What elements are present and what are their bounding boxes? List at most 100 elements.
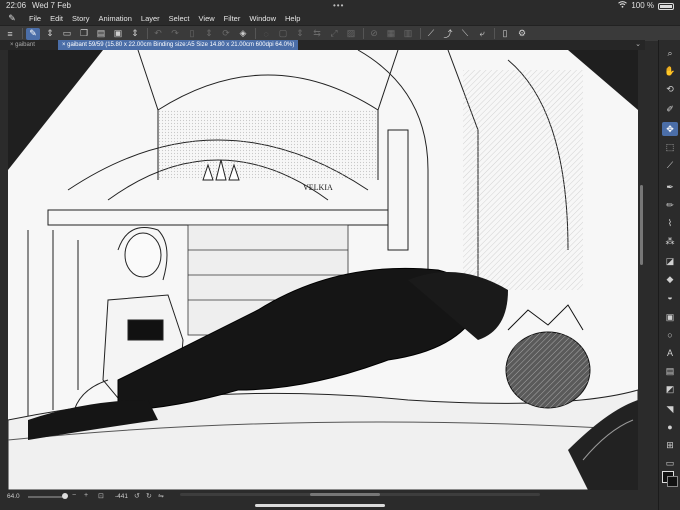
menu-filter[interactable]: Filter <box>224 12 241 25</box>
select-stepper[interactable]: ⇕ <box>293 28 307 40</box>
fill-icon[interactable]: ◆ <box>662 272 678 286</box>
pen-tool-icon[interactable]: ✎ <box>26 27 40 40</box>
fill-bucket-icon[interactable]: ◈ <box>236 28 250 40</box>
menu-view[interactable]: View <box>199 12 215 25</box>
marquee-icon[interactable]: ⬚ <box>662 140 678 154</box>
divider <box>147 28 148 39</box>
decoration-icon[interactable]: ● <box>662 420 678 434</box>
settings-icon[interactable]: ⚙ <box>515 28 529 40</box>
layer-panel-icon[interactable]: ▭ <box>662 456 678 470</box>
balloon-icon[interactable]: ◩ <box>662 382 678 396</box>
menu-help[interactable]: Help <box>285 12 300 25</box>
canvas-right-gutter <box>638 50 645 490</box>
save-icon[interactable]: ▣ <box>111 28 125 40</box>
home-indicator[interactable] <box>255 504 385 507</box>
tab-active-document[interactable]: × gaibant 59/59 (15.80 x 22.00cm Binding… <box>58 40 299 50</box>
canvas-illustration: VELKIA <box>8 50 638 490</box>
page-stepper[interactable]: ⇕ <box>202 28 216 40</box>
3d-icon[interactable]: ⊞ <box>662 438 678 452</box>
zoom-out-icon[interactable]: − <box>72 492 76 499</box>
eyedropper-icon[interactable]: ✐ <box>662 102 678 116</box>
rotate-view-icon[interactable]: ⟲ <box>662 82 678 96</box>
status-time: 22:06 <box>6 1 27 10</box>
open-folder-icon[interactable]: ▤ <box>94 28 108 40</box>
hand-icon[interactable]: ✋ <box>662 64 678 78</box>
eraser-icon[interactable]: ◪ <box>662 254 678 268</box>
page-prev-icon[interactable]: ▯ <box>185 28 199 40</box>
zoom-in-icon[interactable]: + <box>84 492 88 499</box>
horizontal-scrollbar-thumb[interactable] <box>310 493 380 496</box>
layer-stepper[interactable]: ⇕ <box>128 28 142 40</box>
divider <box>22 28 23 39</box>
rotate-left-icon[interactable]: ↺ <box>134 492 140 500</box>
transform-icon[interactable]: ⤢ <box>327 28 341 40</box>
redo-icon[interactable]: ↷ <box>168 28 182 40</box>
frame-icon[interactable]: ▤ <box>662 364 678 378</box>
flip-icon[interactable]: ⇆ <box>310 28 324 40</box>
canvas-watermark-text: VELKIA <box>303 183 333 192</box>
menu-file[interactable]: File <box>29 12 41 25</box>
status-date: Wed 7 Feb <box>32 1 71 10</box>
gradient-icon[interactable]: ▣ <box>662 310 678 324</box>
document-tabs: × gaibant × gaibant 59/59 (15.80 x 22.00… <box>0 40 645 50</box>
command-bar: ≡ ✎ ⇕ ▭ ❐ ▤ ▣ ⇕ ↶ ↷ ▯ ⇕ ⟳ ◈ ◌ ▢ ⇕ ⇆ ⤢ ▨ … <box>0 25 680 41</box>
stroke-line-icon[interactable]: ⟋ <box>424 28 438 40</box>
duplicate-icon[interactable]: ❐ <box>77 28 91 40</box>
hamburger-menu-icon[interactable]: ≡ <box>3 28 17 40</box>
sub-color-swatch[interactable] <box>667 476 678 487</box>
blend-icon[interactable]: ◒ <box>662 290 678 304</box>
menu-bar: ✎ File Edit Story Animation Layer Select… <box>0 12 680 25</box>
app-logo-icon[interactable]: ✎ <box>4 12 20 25</box>
correction-icon[interactable]: ◥ <box>662 402 678 416</box>
multitask-dots[interactable]: ••• <box>333 0 344 12</box>
battery-label: 100 % <box>631 1 654 10</box>
undo-icon[interactable]: ↶ <box>151 28 165 40</box>
menu-window[interactable]: Window <box>249 12 276 25</box>
device-icon[interactable]: ▯ <box>498 28 512 40</box>
rotation-value[interactable]: -441 <box>115 493 128 500</box>
zoom-slider-knob[interactable] <box>62 493 68 499</box>
auto-select-icon[interactable]: ⟋ <box>662 158 678 172</box>
menu-edit[interactable]: Edit <box>50 12 63 25</box>
select-lasso-icon[interactable]: ◌ <box>259 28 273 40</box>
stroke-correct-icon[interactable]: ⟍ <box>458 28 472 40</box>
divider <box>255 28 256 39</box>
zoom-slider[interactable] <box>28 496 64 498</box>
navigator-bar: 64.0 − + ⊡ -441 ↺ ↻ ⇋ <box>0 490 658 510</box>
menu-animation[interactable]: Animation <box>99 12 132 25</box>
text-icon[interactable]: A <box>662 346 678 360</box>
menu-select[interactable]: Select <box>169 12 190 25</box>
zoom-value[interactable]: 64.0 <box>7 493 20 500</box>
rotate-right-icon[interactable]: ↻ <box>146 492 152 500</box>
pencil-icon[interactable]: ✏ <box>662 198 678 212</box>
ruler-icon[interactable]: ⊘ <box>367 28 381 40</box>
fit-icon[interactable]: ⊡ <box>98 492 104 500</box>
figure-icon[interactable]: ○ <box>662 328 678 342</box>
status-right: 100 % <box>618 0 674 12</box>
zoom-icon[interactable]: ⌕ <box>662 46 678 60</box>
stroke-curve-icon[interactable]: ⤴ <box>441 28 455 40</box>
brush-size-stepper[interactable]: ⇕ <box>43 28 57 40</box>
flip-view-icon[interactable]: ⇋ <box>158 492 164 500</box>
tab-first-document[interactable]: × gaibant <box>6 40 39 50</box>
menu-story[interactable]: Story <box>72 12 90 25</box>
grid-icon[interactable]: ▦ <box>384 28 398 40</box>
menu-layer[interactable]: Layer <box>141 12 160 25</box>
battery-icon <box>658 2 674 10</box>
airbrush-icon[interactable]: ⁂ <box>662 234 678 248</box>
new-file-icon[interactable]: ▭ <box>60 28 74 40</box>
vertical-scrollbar[interactable] <box>640 185 643 265</box>
divider <box>363 28 364 39</box>
pen-icon[interactable]: ✒ <box>662 180 678 194</box>
tool-panel: ⌕ ✋ ⟲ ✐ ✥ ⬚ ⟋ ✒ ✏ ⌇ ⁂ ◪ ◆ ◒ ▣ ○ A ▤ ◩ ◥ … <box>658 40 680 510</box>
brush-icon[interactable]: ⌇ <box>662 216 678 230</box>
clear-icon[interactable]: ▨ <box>344 28 358 40</box>
chevron-down-icon[interactable]: ⌄ <box>635 40 641 50</box>
move-icon[interactable]: ✥ <box>662 122 678 136</box>
cut-icon[interactable]: ▥ <box>401 28 415 40</box>
stroke-smooth-icon[interactable]: ⤶ <box>475 28 489 40</box>
rotate-icon[interactable]: ⟳ <box>219 28 233 40</box>
wifi-icon <box>618 0 628 12</box>
canvas-area[interactable]: VELKIA <box>8 50 638 490</box>
select-rect-icon[interactable]: ▢ <box>276 28 290 40</box>
